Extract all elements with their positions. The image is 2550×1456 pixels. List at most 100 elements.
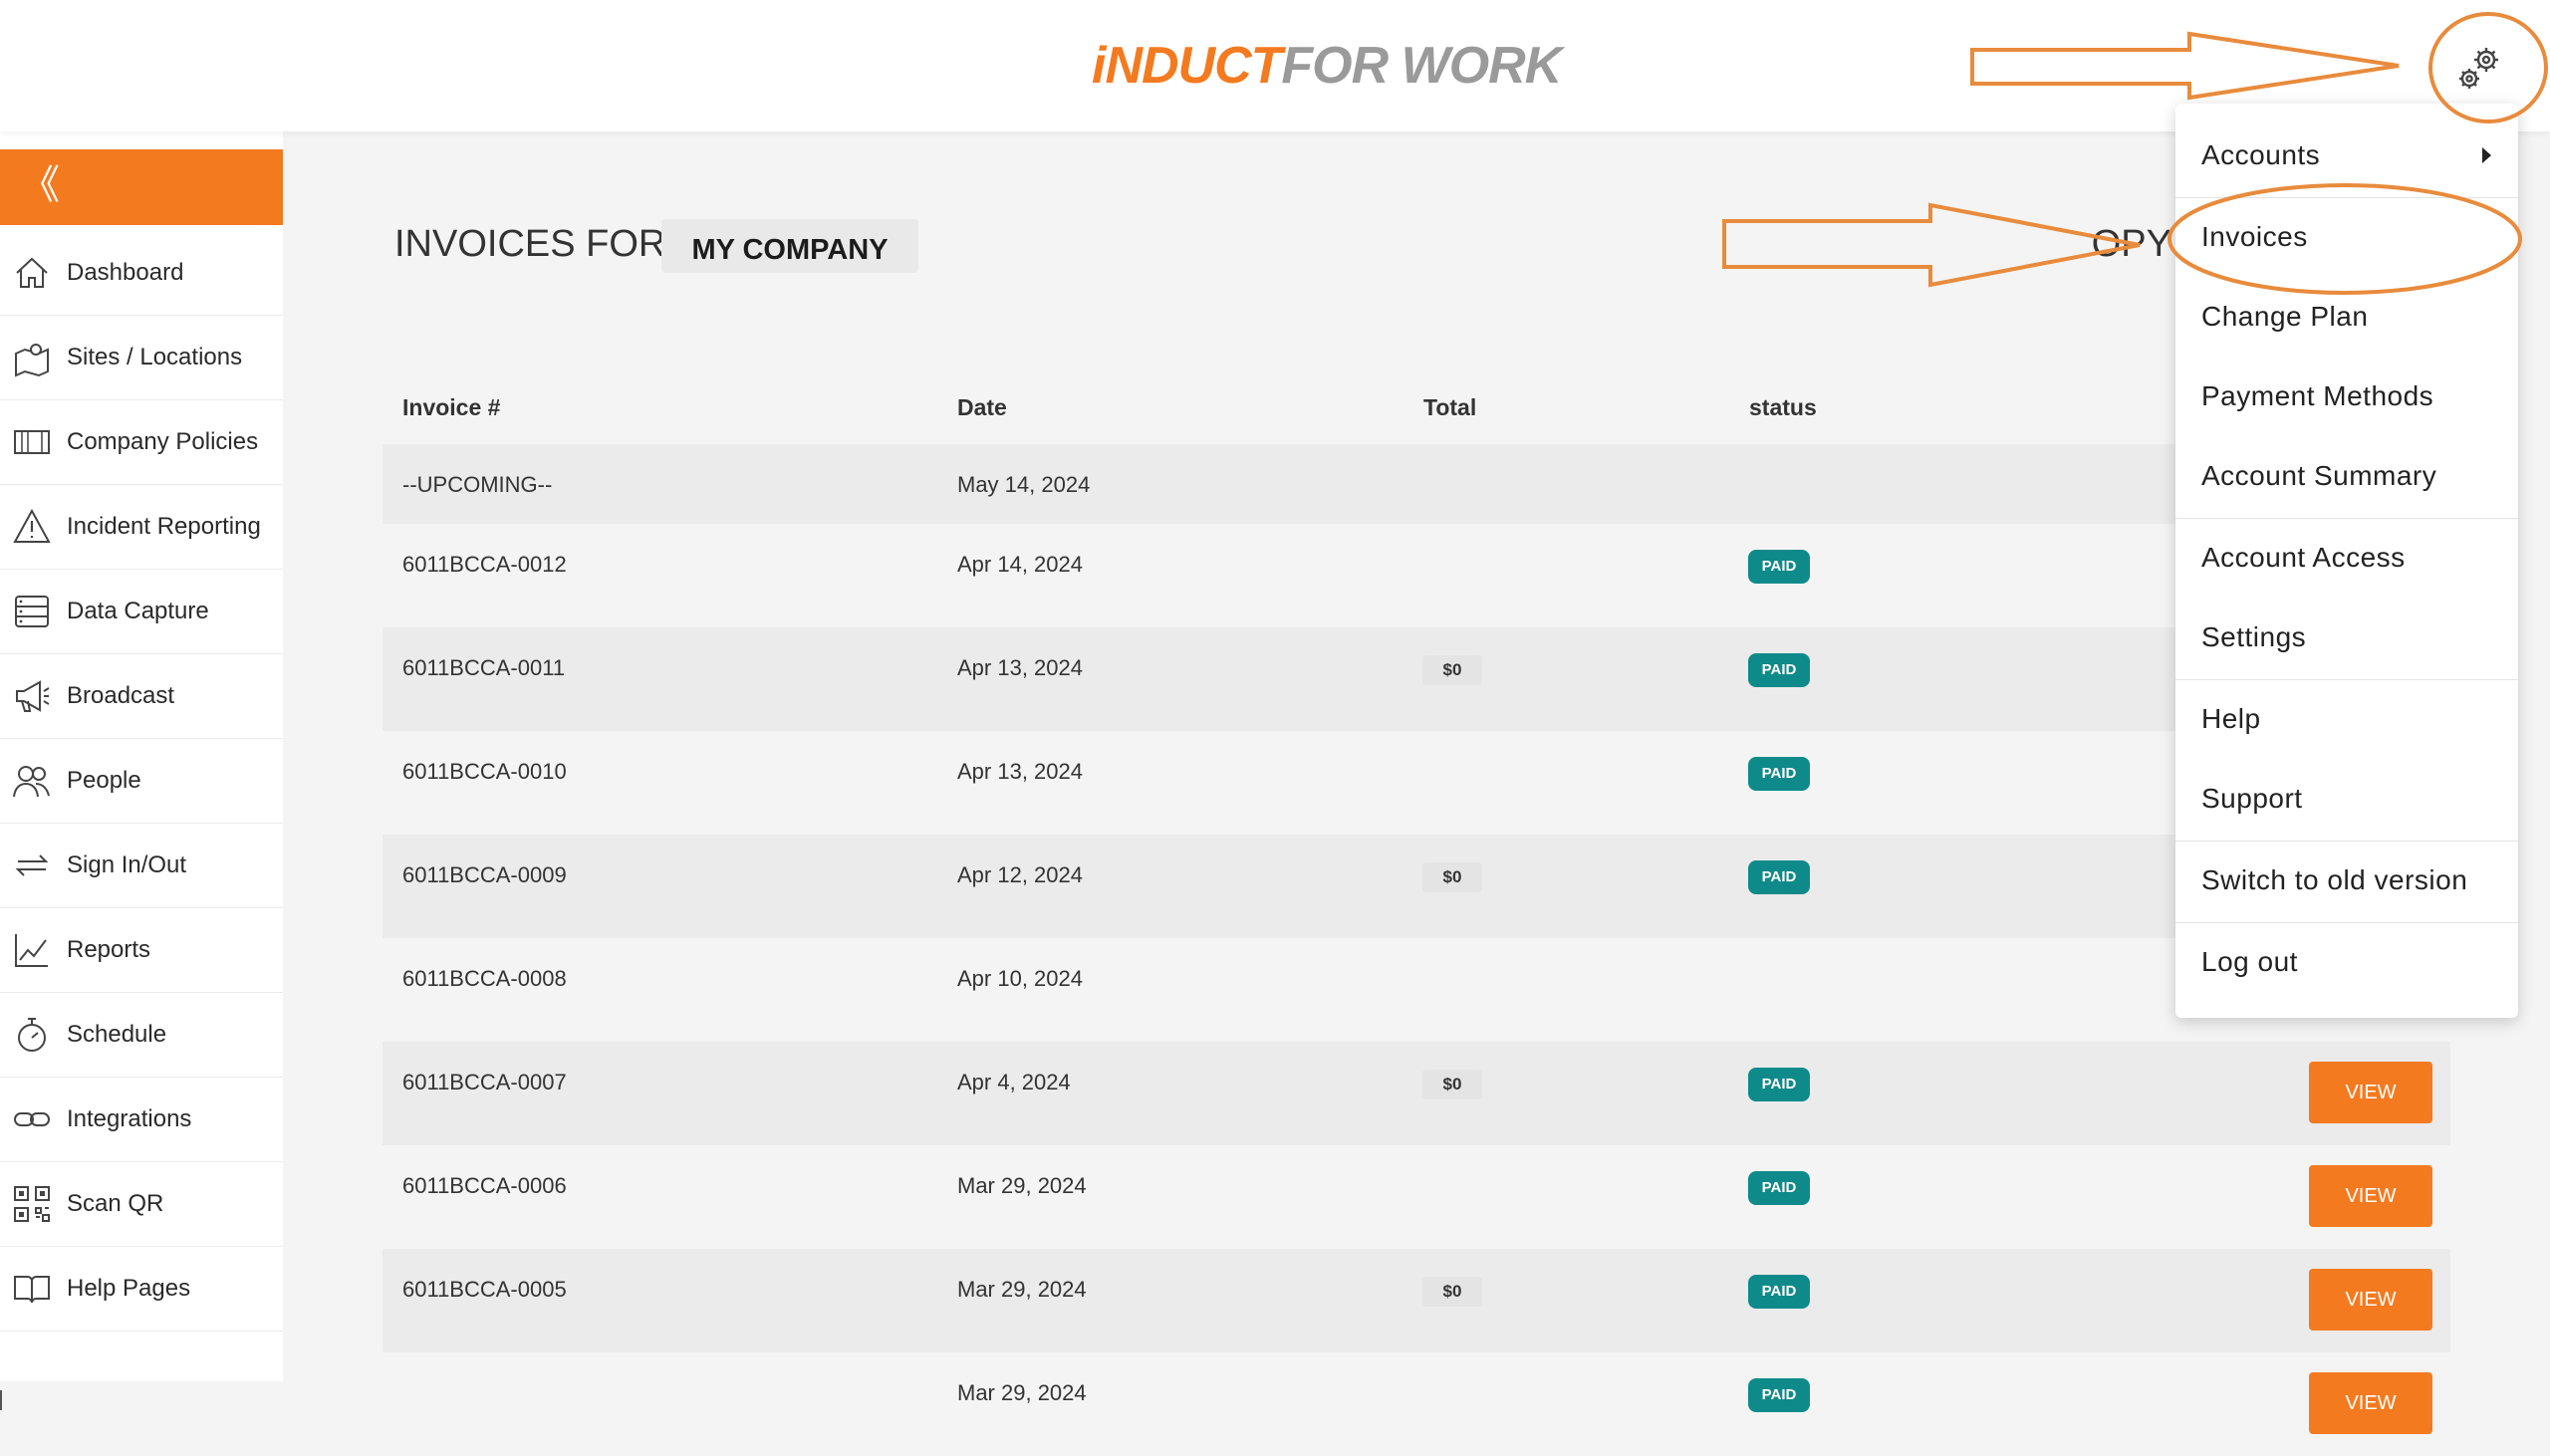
gear-icon — [2459, 48, 2498, 89]
logo-part-for-work: FOR WORK — [1281, 37, 1562, 95]
sidebar-item-dashboard[interactable]: Dashboard — [0, 231, 283, 316]
status-badge: PAID — [1748, 1171, 1810, 1205]
column-header-status[interactable]: status — [1749, 394, 1817, 421]
table-row: Mar 29, 2024 PAID VIEW — [382, 1352, 2450, 1456]
view-invoice-button[interactable]: VIEW — [2309, 1372, 2432, 1434]
annotation-arrow — [1722, 202, 2141, 288]
menu-item-settings[interactable]: Settings — [2201, 621, 2306, 653]
invoice-number: 6011BCCA-0008 — [402, 966, 567, 991]
sidebar-nav: Dashboard Sites / Locations Company Poli… — [0, 231, 283, 1332]
menu-item-log-out[interactable]: Log out — [2201, 946, 2298, 978]
logo-part-induct: iNDUCT — [1092, 37, 1282, 95]
status-badge: PAID — [1748, 1068, 1810, 1101]
settings-gear-button[interactable] — [2452, 42, 2508, 98]
sidebar-collapse-button[interactable]: 《 — [0, 149, 283, 225]
invoice-date: Apr 13, 2024 — [957, 759, 1083, 784]
table-row: 6011BCCA-0009 Apr 12, 2024 $0 PAID — [382, 835, 2450, 938]
company-name-badge: MY COMPANY — [661, 219, 918, 273]
status-badge: PAID — [1748, 1275, 1810, 1309]
copy-button-partial[interactable]: OPY — [2082, 223, 2171, 266]
sidebar-item-sites-locations[interactable]: Sites / Locations — [0, 316, 283, 400]
invoice-number: 6011BCCA-0009 — [402, 862, 567, 887]
sidebar-item-scan-qr[interactable]: Scan QR — [0, 1162, 283, 1247]
menu-item-switch-old-version[interactable]: Switch to old version — [2201, 864, 2467, 896]
view-invoice-button[interactable]: VIEW — [2309, 1269, 2432, 1331]
sidebar-item-incident-reporting[interactable]: Incident Reporting — [0, 485, 283, 570]
invoice-number: --UPCOMING-- — [402, 472, 553, 497]
book-icon — [14, 1276, 50, 1304]
stopwatch-icon — [18, 1018, 46, 1052]
menu-item-support[interactable]: Support — [2201, 783, 2303, 815]
database-icon — [15, 596, 49, 627]
menu-divider — [2175, 518, 2518, 519]
column-header-invoice[interactable]: Invoice # — [402, 394, 500, 421]
invoice-date: Mar 29, 2024 — [957, 1173, 1087, 1198]
invoice-table: --UPCOMING-- May 14, 2024 6011BCCA-0012 … — [382, 444, 2450, 1456]
table-row: 6011BCCA-0010 Apr 13, 2024 PAID — [382, 731, 2450, 835]
qr-code-icon — [14, 1186, 50, 1222]
invoice-date: May 14, 2024 — [957, 472, 1091, 497]
menu-item-payment-methods[interactable]: Payment Methods — [2201, 380, 2433, 412]
menu-item-help[interactable]: Help — [2201, 703, 2261, 735]
status-badge: PAID — [1748, 653, 1810, 687]
menu-item-account-access[interactable]: Account Access — [2201, 542, 2406, 574]
invoice-date: Apr 4, 2024 — [957, 1070, 1071, 1094]
app-logo[interactable]: iNDUCTFOR WORK — [1092, 36, 1562, 96]
invoice-date: Mar 29, 2024 — [957, 1277, 1087, 1302]
sidebar-item-label: Sign In/Out — [67, 851, 187, 878]
sidebar-item-broadcast[interactable]: Broadcast — [0, 654, 283, 739]
status-badge: PAID — [1748, 1378, 1810, 1412]
invoice-number: 6011BCCA-0011 — [402, 655, 566, 680]
column-header-total[interactable]: Total — [1423, 394, 1476, 421]
invoice-date: Apr 13, 2024 — [957, 655, 1083, 680]
column-header-date[interactable]: Date — [957, 394, 1007, 421]
menu-item-accounts[interactable]: Accounts — [2201, 139, 2320, 171]
invoice-number: 6011BCCA-0010 — [402, 759, 567, 784]
invoice-date: Apr 10, 2024 — [957, 966, 1083, 991]
invoice-total: $0 — [1422, 1277, 1482, 1307]
sidebar-item-label: Scan QR — [67, 1190, 164, 1217]
invoice-total: $0 — [1422, 1070, 1482, 1099]
warning-icon — [13, 508, 51, 543]
sidebar-item-schedule[interactable]: Schedule — [0, 993, 283, 1078]
invoice-number: 6011BCCA-0006 — [402, 1173, 567, 1198]
sidebar-item-label: Company Policies — [67, 428, 259, 455]
menu-item-change-plan[interactable]: Change Plan — [2201, 301, 2368, 333]
invoice-number: 6011BCCA-0005 — [402, 1277, 567, 1302]
sidebar-item-label: People — [67, 767, 141, 794]
megaphone-icon — [16, 680, 50, 712]
menu-item-account-summary[interactable]: Account Summary — [2201, 460, 2436, 492]
sidebar-item-reports[interactable]: Reports — [0, 908, 283, 993]
double-chevron-left-icon: 《 — [20, 163, 60, 207]
sidebar-item-integrations[interactable]: Integrations — [0, 1078, 283, 1162]
sidebar-item-label: Help Pages — [67, 1275, 191, 1302]
text-cursor — [0, 1390, 2, 1410]
sidebar-item-label: Data Capture — [67, 598, 209, 624]
menu-item-invoices[interactable]: Invoices — [2201, 221, 2308, 253]
view-invoice-button[interactable]: VIEW — [2309, 1062, 2432, 1123]
sidebar-item-company-policies[interactable]: Company Policies — [0, 400, 283, 485]
sidebar-item-label: Integrations — [67, 1105, 192, 1132]
link-icon — [14, 1112, 50, 1126]
sidebar-item-label: Incident Reporting — [67, 513, 261, 540]
map-pin-icon — [15, 344, 49, 377]
page-title: INVOICES FOR — [394, 223, 666, 265]
view-invoice-button[interactable]: VIEW — [2309, 1165, 2432, 1227]
invoice-date: Mar 29, 2024 — [957, 1380, 1087, 1405]
table-row: 6011BCCA-0007 Apr 4, 2024 $0 PAID VIEW — [382, 1042, 2450, 1145]
sidebar-item-label: Reports — [67, 936, 151, 963]
swap-icon — [15, 854, 49, 876]
status-badge: PAID — [1748, 860, 1810, 894]
sidebar-item-data-capture[interactable]: Data Capture — [0, 570, 283, 654]
sidebar-item-people[interactable]: People — [0, 739, 283, 824]
sidebar-item-help-pages[interactable]: Help Pages — [0, 1247, 283, 1332]
home-icon — [16, 257, 48, 288]
sidebar-item-label: Schedule — [67, 1021, 167, 1048]
table-row: 6011BCCA-0006 Mar 29, 2024 PAID VIEW — [382, 1145, 2450, 1249]
table-row: 6011BCCA-0008 Apr 10, 2024 — [382, 938, 2450, 1042]
sidebar-item-sign-in-out[interactable]: Sign In/Out — [0, 824, 283, 908]
invoice-total: $0 — [1422, 655, 1482, 685]
sidebar-item-label: Sites / Locations — [67, 344, 243, 370]
invoice-number: 6011BCCA-0007 — [402, 1070, 567, 1094]
invoice-total: $0 — [1422, 862, 1482, 892]
